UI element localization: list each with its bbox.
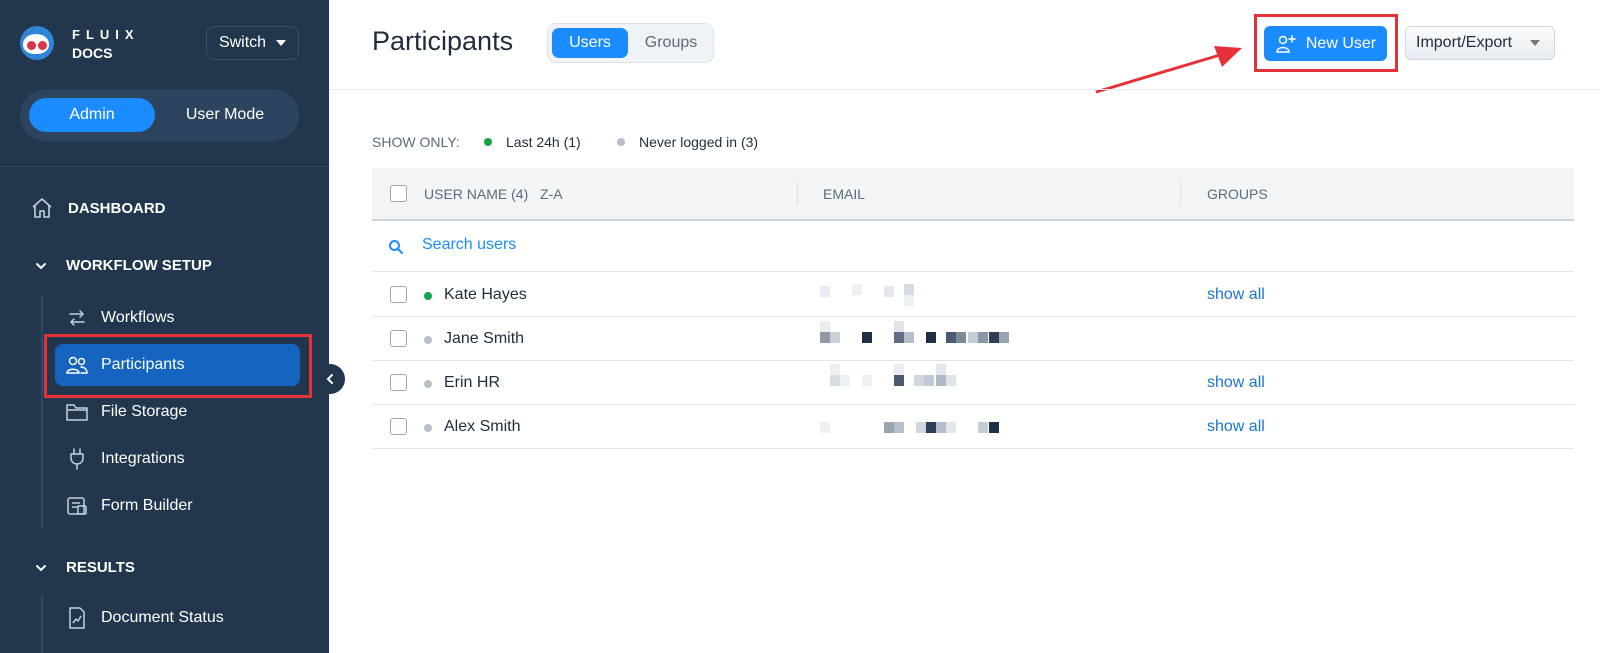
never-logged-in-status-icon bbox=[424, 336, 432, 344]
sidebar-item-document-status[interactable]: Document Status bbox=[55, 597, 300, 639]
import-export-label: Import/Export bbox=[1416, 34, 1513, 51]
document-chart-icon bbox=[65, 606, 89, 630]
fluix-logo-icon bbox=[20, 26, 54, 60]
folder-icon bbox=[65, 400, 89, 424]
table-row[interactable]: Jane Smith bbox=[372, 317, 1574, 361]
column-divider bbox=[1180, 182, 1181, 206]
sidebar-item-participants[interactable]: Participants bbox=[55, 344, 300, 386]
brand-name: FLUIX bbox=[72, 27, 140, 42]
annotation-arrow-icon bbox=[1095, 46, 1242, 94]
home-icon bbox=[32, 198, 52, 218]
mode-toggle: Admin User Mode bbox=[20, 89, 299, 141]
chevron-down-icon bbox=[36, 262, 46, 269]
column-groups[interactable]: GROUPS bbox=[1207, 186, 1268, 202]
table-header: USER NAME (4) Z-A EMAIL GROUPS bbox=[372, 168, 1574, 221]
column-email[interactable]: EMAIL bbox=[823, 186, 865, 202]
caret-down-icon bbox=[276, 40, 287, 46]
add-user-icon bbox=[1276, 34, 1296, 53]
nav-workflow-setup-label: WORKFLOW SETUP bbox=[66, 257, 212, 274]
nav-dashboard[interactable]: DASHBOARD bbox=[30, 196, 166, 220]
column-user-name[interactable]: USER NAME (4) bbox=[424, 186, 528, 202]
sidebar-divider bbox=[0, 166, 329, 167]
sidebar-item-label: Form Builder bbox=[101, 497, 193, 514]
sidebar-item-form-builder[interactable]: Form Builder bbox=[55, 485, 300, 527]
table-row[interactable]: Erin HR show all bbox=[372, 361, 1574, 405]
user-name[interactable]: Jane Smith bbox=[444, 330, 524, 348]
row-checkbox[interactable] bbox=[390, 374, 407, 391]
nav-tree-line bbox=[41, 596, 43, 653]
sidebar: FLUIX DOCS Switch Admin User Mode DASHBO… bbox=[0, 0, 329, 653]
show-only-label: SHOW ONLY: bbox=[372, 134, 460, 150]
sidebar-item-label: File Storage bbox=[101, 403, 188, 420]
switch-button[interactable]: Switch bbox=[206, 26, 299, 60]
sidebar-item-label: Participants bbox=[101, 356, 185, 373]
collapse-sidebar-button[interactable] bbox=[315, 364, 345, 394]
row-checkbox[interactable] bbox=[390, 330, 407, 347]
plug-icon bbox=[65, 447, 89, 471]
users-icon bbox=[65, 353, 89, 377]
table-row[interactable]: Alex Smith show all bbox=[372, 405, 1574, 449]
user-name[interactable]: Alex Smith bbox=[444, 418, 520, 436]
workflows-icon bbox=[65, 306, 89, 330]
never-logged-in-status-icon bbox=[424, 380, 432, 388]
form-builder-icon bbox=[65, 494, 89, 518]
chevron-down-icon bbox=[36, 564, 46, 571]
filter-never-logged-in[interactable]: Never logged in (3) bbox=[617, 134, 758, 150]
never-logged-in-status-icon bbox=[617, 138, 625, 146]
sidebar-item-label: Workflows bbox=[101, 309, 175, 326]
import-export-button[interactable]: Import/Export bbox=[1405, 26, 1555, 60]
filter-last-24h[interactable]: Last 24h (1) bbox=[484, 134, 581, 150]
show-all-groups-link[interactable]: show all bbox=[1207, 418, 1265, 436]
filter-never-logged-in-label: Never logged in (3) bbox=[639, 134, 759, 150]
sidebar-item-file-storage[interactable]: File Storage bbox=[55, 391, 300, 433]
never-logged-in-status-icon bbox=[424, 424, 432, 432]
header-divider bbox=[329, 89, 1600, 90]
nav-workflow-setup[interactable]: WORKFLOW SETUP bbox=[34, 257, 212, 274]
users-groups-tabs: Users Groups bbox=[547, 23, 714, 63]
table-row[interactable]: Kate Hayes show all bbox=[372, 273, 1574, 317]
user-name[interactable]: Erin HR bbox=[444, 374, 500, 392]
tab-users[interactable]: Users bbox=[552, 28, 628, 58]
row-checkbox[interactable] bbox=[390, 418, 407, 435]
nav-dashboard-label: DASHBOARD bbox=[68, 199, 166, 217]
search-input[interactable] bbox=[422, 236, 822, 254]
switch-label: Switch bbox=[218, 34, 267, 51]
sidebar-item-workflows[interactable]: Workflows bbox=[55, 297, 300, 339]
new-user-label: New User bbox=[1305, 34, 1377, 52]
sidebar-item-integrations[interactable]: Integrations bbox=[55, 438, 300, 480]
row-checkbox[interactable] bbox=[390, 286, 407, 303]
user-mode-button[interactable]: User Mode bbox=[160, 98, 290, 132]
select-all-checkbox[interactable] bbox=[390, 185, 407, 202]
online-status-icon bbox=[484, 138, 492, 146]
caret-down-icon bbox=[1530, 40, 1540, 46]
user-name[interactable]: Kate Hayes bbox=[444, 286, 527, 304]
chevron-left-icon bbox=[326, 374, 333, 384]
new-user-button[interactable]: New User bbox=[1264, 26, 1387, 61]
online-status-icon bbox=[424, 292, 432, 300]
filter-last-24h-label: Last 24h (1) bbox=[506, 134, 581, 150]
search-row bbox=[372, 222, 1574, 272]
sidebar-item-label: Integrations bbox=[101, 450, 185, 467]
column-divider bbox=[797, 182, 798, 206]
admin-mode-button[interactable]: Admin bbox=[29, 98, 155, 132]
show-all-groups-link[interactable]: show all bbox=[1207, 286, 1265, 304]
nav-results-label: RESULTS bbox=[66, 559, 135, 576]
sort-toggle[interactable]: Z-A bbox=[540, 186, 563, 202]
show-all-groups-link[interactable]: show all bbox=[1207, 374, 1265, 392]
tab-groups[interactable]: Groups bbox=[632, 28, 710, 58]
search-icon bbox=[389, 240, 403, 254]
nav-tree-line bbox=[41, 296, 43, 528]
sidebar-item-label: Document Status bbox=[101, 609, 224, 626]
brand-subtitle: DOCS bbox=[72, 45, 113, 61]
nav-results[interactable]: RESULTS bbox=[34, 559, 135, 576]
page-title: Participants bbox=[372, 26, 514, 56]
